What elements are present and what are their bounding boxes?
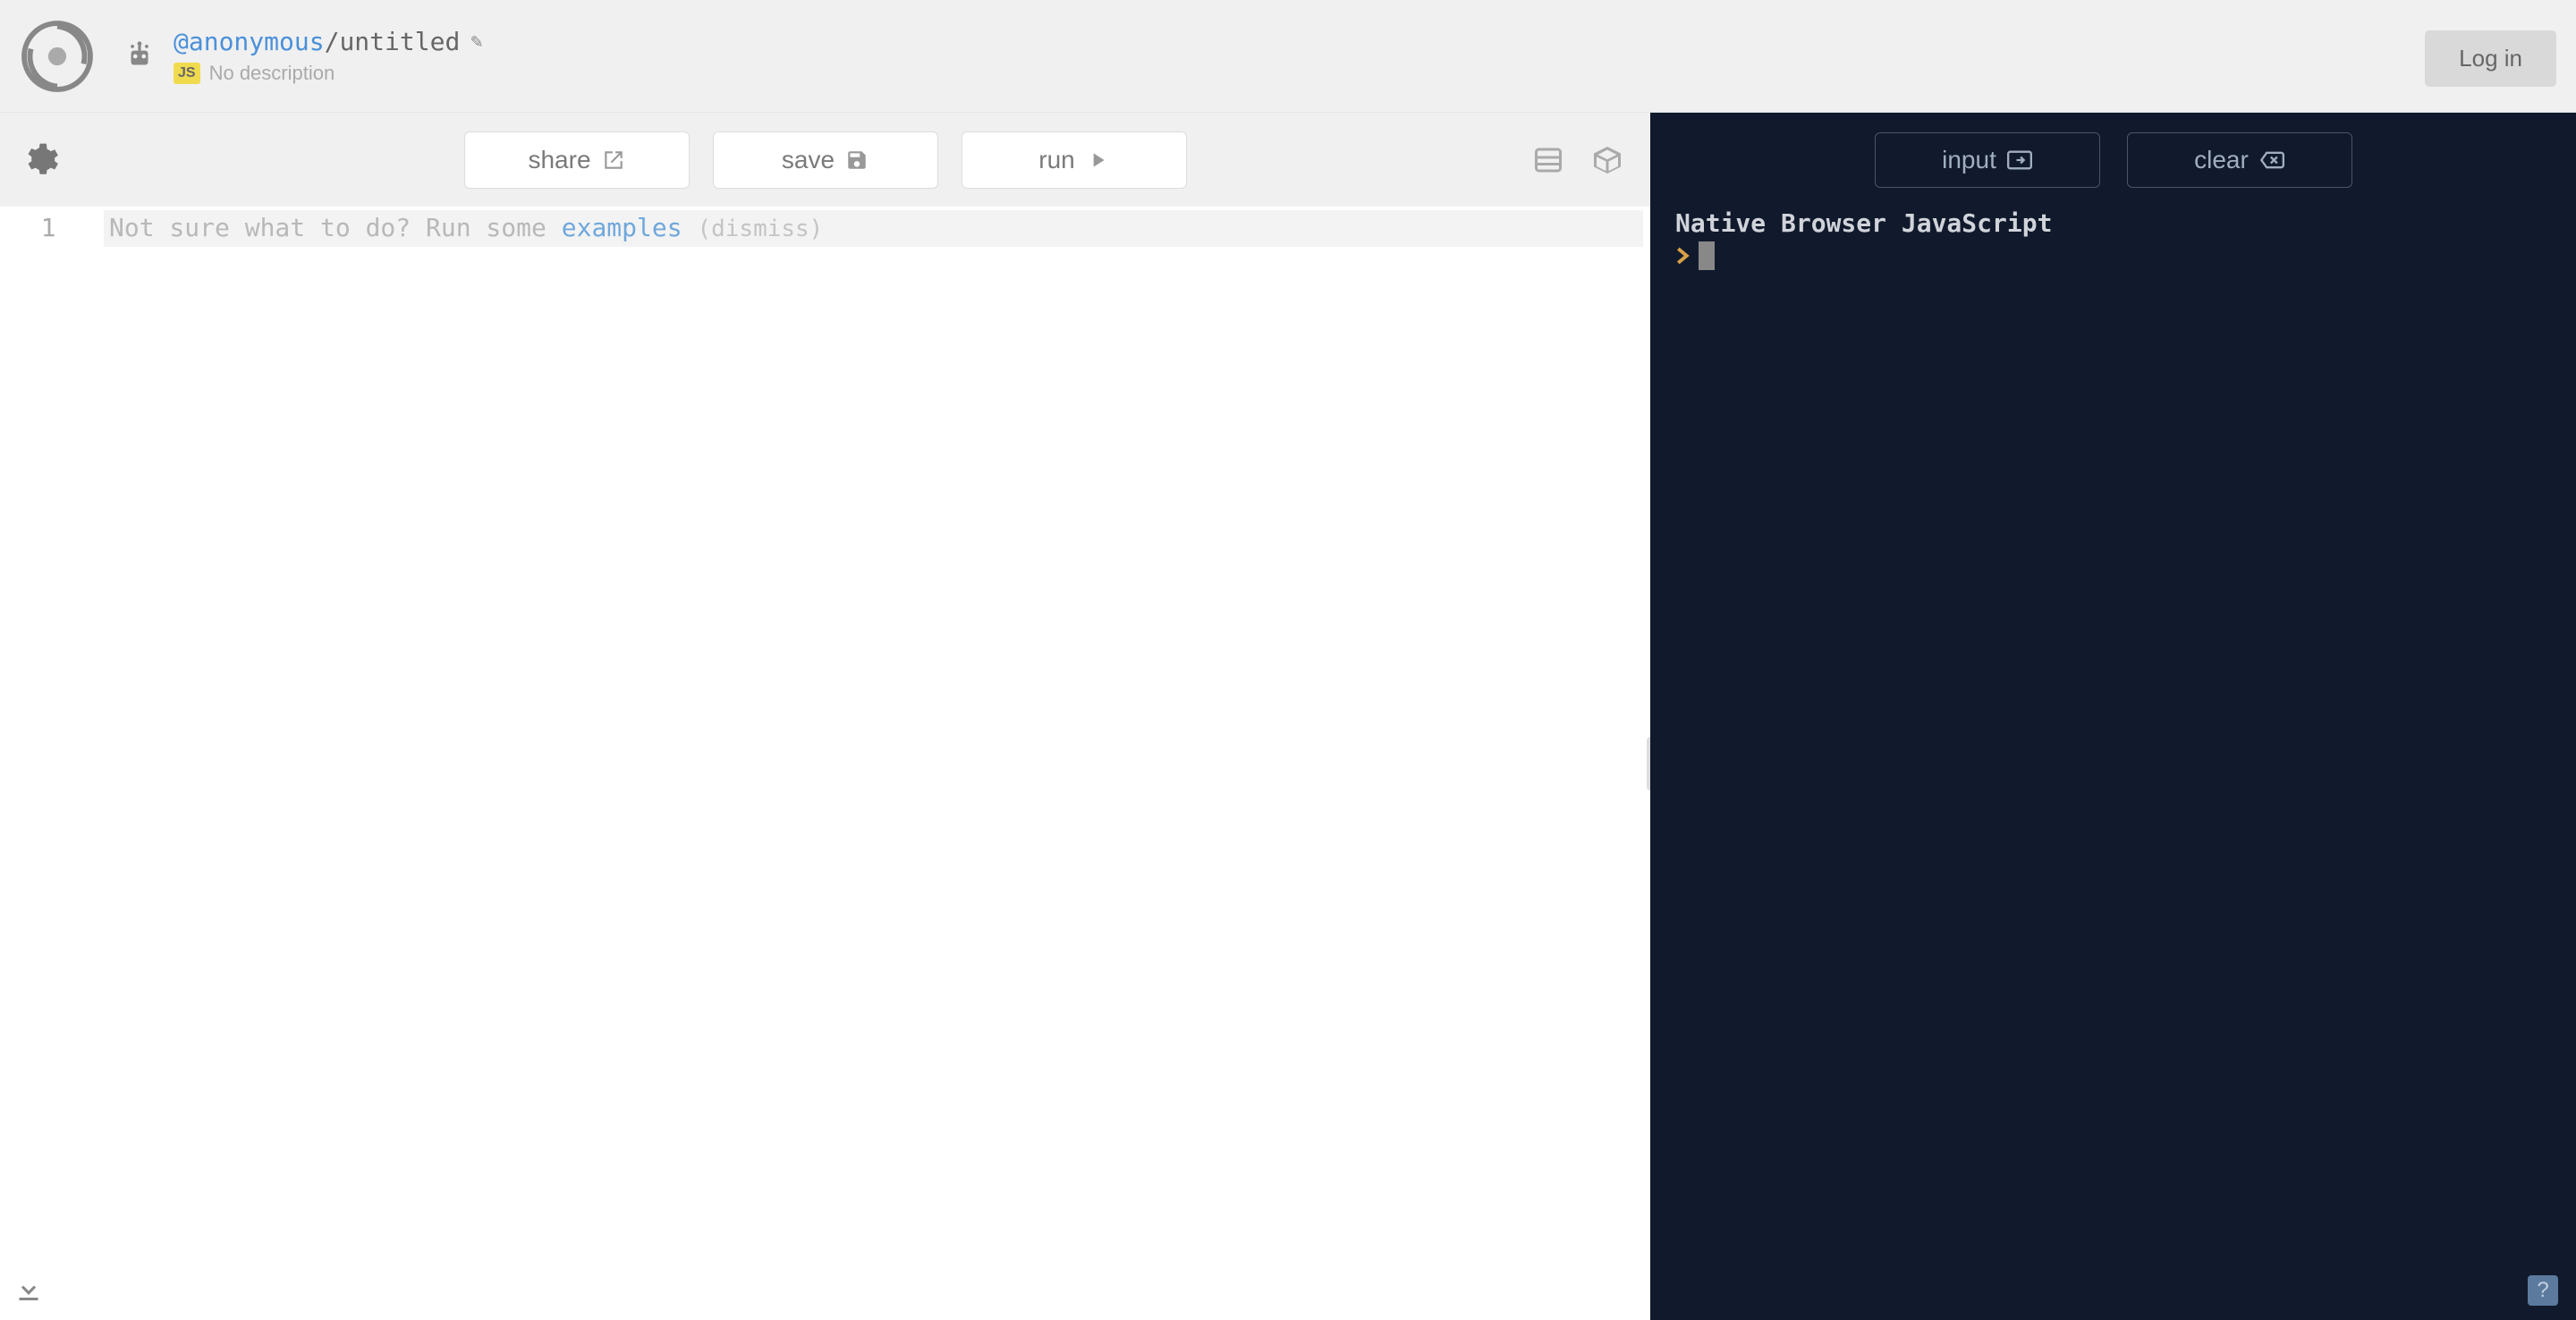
editor-pane: share save run (0, 113, 1650, 1320)
share-button[interactable]: share (464, 131, 690, 189)
language-badge: JS (174, 63, 200, 84)
edit-pencil-icon[interactable]: ✎ (470, 30, 482, 53)
console-toolbar: input clear (1650, 113, 2576, 207)
clear-backspace-icon (2259, 150, 2284, 170)
logo-swirl-icon[interactable] (20, 19, 95, 94)
run-button[interactable]: run (962, 131, 1187, 189)
input-label: input (1942, 146, 1996, 174)
run-label: run (1038, 146, 1074, 174)
description-text[interactable]: No description (209, 62, 335, 85)
settings-gear-icon[interactable] (20, 140, 59, 180)
toolbar-right-icons (1532, 144, 1623, 176)
project-title[interactable]: untitled (339, 27, 460, 56)
console-pane: input clear Native Browser JavaScript ? (1650, 113, 2576, 1320)
console-cursor (1699, 241, 1715, 270)
line-number: 1 (0, 210, 97, 246)
code-area[interactable]: Not sure what to do? Run some examples (… (97, 207, 1650, 1320)
editor-body[interactable]: 1 Not sure what to do? Run some examples… (0, 207, 1650, 1320)
hint-examples-link[interactable]: examples (562, 213, 682, 242)
hint-text: Not sure what to do? Run some (109, 213, 562, 242)
title-row: @anonymous / untitled ✎ (174, 27, 483, 56)
input-button[interactable]: input (1875, 132, 2100, 188)
console-body[interactable]: Native Browser JavaScript (1650, 207, 2576, 1320)
line-gutter: 1 (0, 207, 97, 1320)
save-label: save (782, 146, 835, 174)
editor-hint: Not sure what to do? Run some examples (… (104, 210, 1643, 247)
hint-dismiss-link[interactable]: (dismiss) (697, 216, 823, 242)
robot-icon[interactable] (122, 38, 157, 74)
description-row: JS No description (174, 62, 483, 85)
console-prompt[interactable] (1675, 241, 2551, 270)
share-label: share (528, 146, 590, 174)
title-block: @anonymous / untitled ✎ JS No descriptio… (174, 27, 483, 85)
package-icon[interactable] (1591, 144, 1623, 176)
toolbar-center-buttons: share save run (464, 131, 1187, 189)
clear-button[interactable]: clear (2127, 132, 2352, 188)
prompt-caret-icon (1675, 246, 1690, 266)
main-content: share save run (0, 113, 2576, 1320)
console-banner: Native Browser JavaScript (1675, 208, 2551, 238)
login-button[interactable]: Log in (2425, 30, 2556, 87)
help-icon[interactable]: ? (2528, 1275, 2558, 1306)
clear-label: clear (2194, 146, 2249, 174)
editor-toolbar: share save run (0, 113, 1650, 207)
app-header: @anonymous / untitled ✎ JS No descriptio… (0, 0, 2576, 113)
save-icon (845, 148, 869, 172)
input-icon (2007, 150, 2032, 170)
download-icon[interactable] (13, 1273, 45, 1306)
save-button[interactable]: save (713, 131, 938, 189)
title-slash: / (325, 27, 340, 56)
panel-icon[interactable] (1532, 144, 1564, 176)
owner-link[interactable]: @anonymous (174, 27, 325, 56)
share-icon (602, 148, 625, 172)
play-icon (1086, 148, 1109, 172)
